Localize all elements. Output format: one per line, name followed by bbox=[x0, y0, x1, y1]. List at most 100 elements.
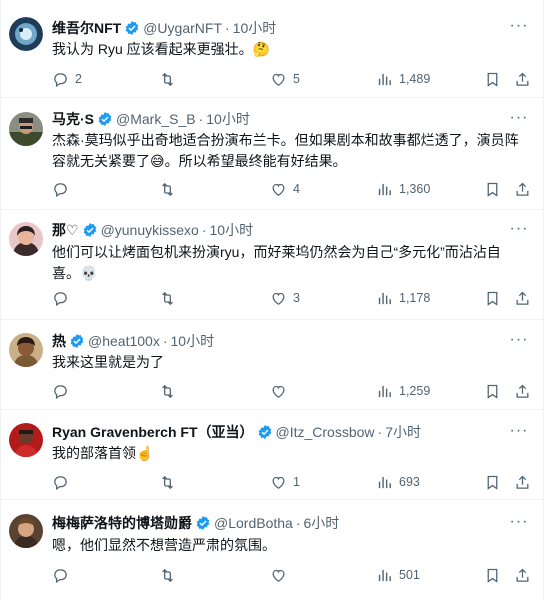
timestamp[interactable]: 10小时 bbox=[206, 109, 250, 129]
avatar[interactable] bbox=[9, 333, 43, 367]
retweet-button[interactable] bbox=[159, 288, 176, 308]
reply-icon bbox=[54, 72, 67, 87]
tweet[interactable]: 那♡ @yunuykissexo · 10小时 ··· 他们可以让烤面包机来扮演… bbox=[1, 210, 543, 320]
like-icon bbox=[272, 476, 285, 489]
display-name[interactable]: 梅梅萨洛特的博塔勋爵 bbox=[52, 513, 192, 533]
avatar[interactable] bbox=[9, 423, 43, 457]
reply-button[interactable] bbox=[52, 381, 75, 401]
tweet-header: 那♡ @yunuykissexo · 10小时 bbox=[52, 220, 533, 240]
like-button[interactable]: 1 bbox=[270, 472, 300, 492]
retweet-button[interactable] bbox=[159, 381, 176, 401]
share-button[interactable] bbox=[514, 472, 531, 492]
avatar[interactable] bbox=[9, 17, 43, 51]
more-icon[interactable]: ··· bbox=[509, 330, 529, 350]
tweet[interactable]: Ryan Gravenberch FT（亚当） @Itz_Crossbow · … bbox=[1, 410, 543, 500]
more-icon[interactable]: ··· bbox=[509, 108, 529, 128]
user-handle[interactable]: @Itz_Crossbow bbox=[276, 424, 375, 440]
share-button[interactable] bbox=[514, 565, 531, 585]
views-button[interactable]: 1,259 bbox=[376, 381, 430, 401]
timestamp[interactable]: 6小时 bbox=[304, 513, 340, 533]
avatar[interactable] bbox=[9, 222, 43, 256]
timestamp[interactable]: 10小时 bbox=[171, 331, 215, 351]
like-count: 1 bbox=[293, 475, 300, 489]
like-count: 3 bbox=[293, 291, 300, 305]
retweet-button[interactable] bbox=[159, 179, 176, 199]
tweet-actions: 1 693 bbox=[52, 472, 529, 492]
tweet[interactable]: 维吾尔NFT @UygarNFT · 10小时 ··· 我认为 Ryu 应该看起… bbox=[1, 0, 543, 98]
bookmark-button[interactable] bbox=[484, 472, 501, 492]
tweet-actions: 1,259 bbox=[52, 381, 529, 401]
bookmark-button[interactable] bbox=[484, 288, 501, 308]
separator: · bbox=[295, 515, 301, 531]
share-button[interactable] bbox=[514, 288, 531, 308]
timestamp[interactable]: 7小时 bbox=[385, 422, 421, 442]
like-button[interactable]: 3 bbox=[270, 288, 300, 308]
separator: · bbox=[377, 424, 383, 440]
like-button[interactable] bbox=[270, 565, 293, 585]
user-handle[interactable]: @UygarNFT bbox=[143, 20, 222, 36]
display-name[interactable]: 马克·S bbox=[52, 109, 94, 129]
reply-button[interactable] bbox=[52, 288, 75, 308]
like-button[interactable]: 5 bbox=[270, 69, 300, 89]
bookmark-button[interactable] bbox=[484, 381, 501, 401]
verified-badge-icon bbox=[82, 222, 98, 238]
share-button[interactable] bbox=[514, 69, 531, 89]
reply-icon bbox=[54, 568, 67, 583]
view-count: 1,259 bbox=[399, 384, 431, 398]
display-name[interactable]: Ryan Gravenberch FT（亚当） bbox=[52, 422, 254, 442]
like-button[interactable]: 4 bbox=[270, 179, 300, 199]
bookmark-icon bbox=[487, 72, 498, 87]
views-button[interactable]: 501 bbox=[376, 565, 420, 585]
avatar[interactable] bbox=[9, 514, 43, 548]
share-button[interactable] bbox=[514, 179, 531, 199]
reply-icon bbox=[54, 384, 67, 399]
verified-badge-icon bbox=[97, 111, 113, 127]
reply-button[interactable] bbox=[52, 179, 75, 199]
tweet[interactable]: 梅梅萨洛特的博塔勋爵 @LordBotha · 6小时 ··· 嗯，他们显然不想… bbox=[1, 500, 543, 601]
like-icon bbox=[272, 183, 285, 196]
views-button[interactable]: 1,360 bbox=[376, 179, 430, 199]
views-button[interactable]: 693 bbox=[376, 472, 420, 492]
verified-badge-icon bbox=[124, 20, 140, 36]
share-icon bbox=[516, 72, 529, 86]
like-icon bbox=[272, 385, 285, 398]
retweet-icon bbox=[162, 182, 173, 196]
user-handle[interactable]: @Mark_S_B bbox=[116, 111, 196, 127]
more-icon[interactable]: ··· bbox=[509, 16, 529, 36]
view-count: 1,489 bbox=[399, 72, 431, 86]
more-icon[interactable]: ··· bbox=[509, 219, 529, 239]
retweet-icon bbox=[162, 72, 173, 86]
reply-button[interactable] bbox=[52, 565, 75, 585]
display-name[interactable]: 维吾尔NFT bbox=[52, 18, 121, 38]
user-handle[interactable]: @LordBotha bbox=[214, 515, 293, 531]
reply-button[interactable] bbox=[52, 472, 75, 492]
bookmark-icon bbox=[487, 475, 498, 490]
display-name[interactable]: 那♡ bbox=[52, 220, 79, 240]
bookmark-button[interactable] bbox=[484, 179, 501, 199]
user-handle[interactable]: @yunuykissexo bbox=[101, 222, 199, 238]
timestamp[interactable]: 10小时 bbox=[210, 220, 254, 240]
reply-button[interactable]: 2 bbox=[52, 69, 82, 89]
timestamp[interactable]: 10小时 bbox=[233, 18, 277, 38]
tweet[interactable]: 马克·S @Mark_S_B · 10小时 ··· 杰森·莫玛似乎出奇地适合扮演… bbox=[1, 98, 543, 210]
views-button[interactable]: 1,489 bbox=[376, 69, 430, 89]
views-icon bbox=[378, 73, 391, 85]
share-button[interactable] bbox=[514, 381, 531, 401]
tweet[interactable]: 热 @heat100x · 10小时 ··· 我来这里就是为了 1,259 bbox=[1, 320, 543, 410]
more-icon[interactable]: ··· bbox=[509, 421, 529, 441]
tweet-text: 我的部落首领☝️ bbox=[52, 445, 154, 461]
retweet-button[interactable] bbox=[159, 69, 176, 89]
tweet-feed: 维吾尔NFT @UygarNFT · 10小时 ··· 我认为 Ryu 应该看起… bbox=[0, 0, 544, 601]
like-button[interactable] bbox=[270, 381, 293, 401]
user-handle[interactable]: @heat100x bbox=[88, 333, 160, 349]
retweet-button[interactable] bbox=[159, 565, 176, 585]
retweet-icon bbox=[162, 291, 173, 305]
display-name[interactable]: 热 bbox=[52, 331, 66, 351]
avatar[interactable] bbox=[9, 112, 43, 146]
views-icon bbox=[378, 183, 391, 195]
bookmark-button[interactable] bbox=[484, 69, 501, 89]
views-button[interactable]: 1,178 bbox=[376, 288, 430, 308]
retweet-button[interactable] bbox=[159, 472, 176, 492]
more-icon[interactable]: ··· bbox=[509, 512, 529, 532]
bookmark-button[interactable] bbox=[484, 565, 501, 585]
